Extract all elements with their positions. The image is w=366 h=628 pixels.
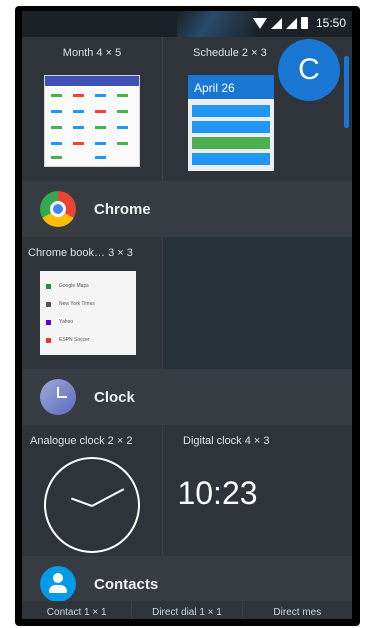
chrome-bookmarks-widget[interactable]: Chrome book… 3 × 3 Google Maps New York … [22,237,162,373]
schedule-date: April 26 [188,75,274,99]
direct-message-widget[interactable]: Direct mes [241,601,352,619]
bookmark-label: Google Maps [59,283,89,289]
scrollbar-thumb[interactable] [344,56,349,128]
clock-icon [40,379,76,415]
minute-hand [91,488,125,507]
wallpaper-strip [177,11,257,37]
bookmark-item: Yahoo [46,313,130,331]
account-avatar[interactable]: C [278,39,340,101]
status-icons: 15:50 [252,16,346,30]
hour-hand [70,497,93,507]
chrome-icon [40,191,76,227]
bookmark-item: Google Maps [46,277,130,295]
app-label: Contacts [94,575,159,593]
contacts-widgets-row: Contact 1 × 1 Direct dial 1 × 1 Direct m… [22,601,352,619]
bookmark-label: ESPN Soccer [59,337,90,343]
app-header-chrome: Chrome [22,181,352,237]
widget-title: Month 4 × 5 [62,47,122,59]
signal-icon [270,17,282,29]
battery-icon [300,17,308,29]
bookmark-label: Yahoo [59,319,74,325]
status-bar: 15:50 [22,11,352,37]
bookmark-favicon [46,283,51,289]
direct-dial-widget[interactable]: Direct dial 1 × 1 [131,601,241,619]
digital-clock-widget[interactable]: Digital clock 4 × 3 10:23 [162,425,352,563]
app-header-clock: Clock [22,369,352,425]
bookmark-item: ESPN Soccer [46,331,130,349]
digital-time: 10:23 [177,475,258,511]
status-time: 15:50 [315,16,346,30]
empty-cell [162,237,352,373]
widget-title: Chrome book… 3 × 3 [28,247,133,259]
bookmarks-preview: Google Maps New York Times Yahoo ESPN So… [40,271,136,355]
wifi-icon [252,17,267,29]
signal-icon-2 [285,17,297,29]
bookmark-favicon [46,301,51,307]
bookmark-favicon [46,319,51,325]
chrome-widgets-row: Chrome book… 3 × 3 Google Maps New York … [22,237,352,373]
widgets-screen: 15:50 Month 4 × 5 Schedule 2 × 3 April 2… [22,11,352,619]
app-label: Chrome [94,200,151,218]
month-widget[interactable]: Month 4 × 5 [22,37,162,189]
bookmark-label: New York Times [59,301,95,307]
month-widget-preview [44,75,140,167]
contact-widget[interactable]: Contact 1 × 1 [22,601,131,619]
widget-title: Digital clock 4 × 3 [183,435,270,447]
bookmark-item: New York Times [46,295,130,313]
schedule-widget-preview: April 26 [188,75,274,171]
bookmark-favicon [46,337,51,343]
phone-frame: 15:50 Month 4 × 5 Schedule 2 × 3 April 2… [15,6,360,626]
app-label: Clock [94,388,135,406]
clock-widgets-row: Analogue clock 2 × 2 Digital clock 4 × 3… [22,425,352,563]
widget-title: Analogue clock 2 × 2 [30,435,133,447]
contacts-icon [40,566,76,602]
